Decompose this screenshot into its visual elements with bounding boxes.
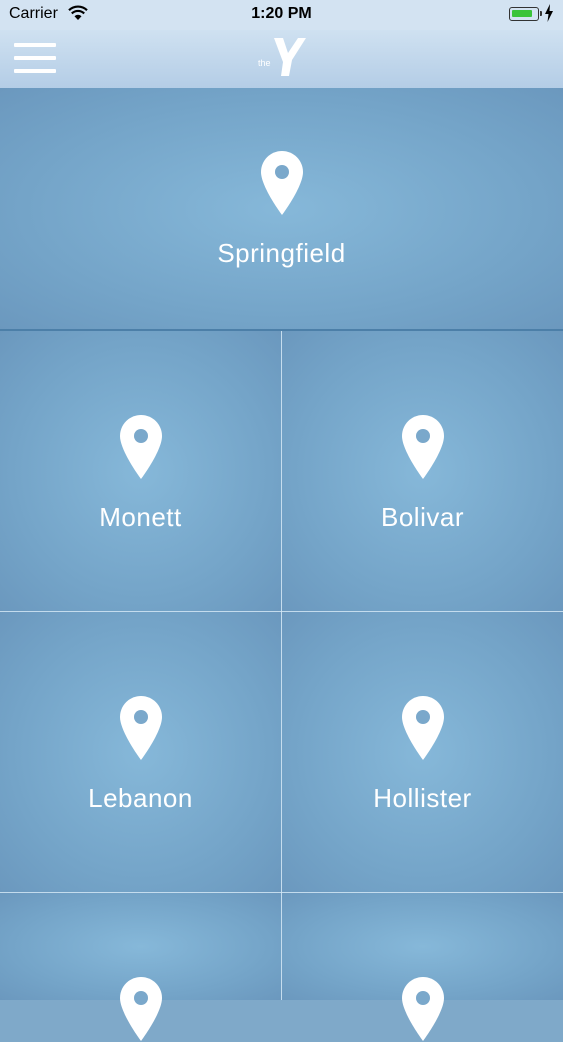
- logo-text: the: [258, 58, 271, 68]
- hamburger-menu-icon[interactable]: [14, 43, 56, 73]
- location-tile-bolivar[interactable]: Bolivar: [282, 331, 563, 612]
- location-tile-lebanon[interactable]: Lebanon: [0, 612, 281, 893]
- location-tile-springfield[interactable]: Springfield: [0, 88, 563, 330]
- ymca-logo: the: [258, 38, 306, 76]
- nav-bar: the: [0, 30, 563, 89]
- location-tile-monett[interactable]: Monett: [0, 331, 281, 612]
- location-label: Springfield: [217, 238, 346, 268]
- location-pin-icon: [120, 415, 162, 479]
- location-label: Hollister: [373, 783, 472, 813]
- divider: [281, 331, 282, 1000]
- location-tile-hollister[interactable]: Hollister: [282, 612, 563, 893]
- location-label: Monett: [99, 502, 182, 532]
- location-pin-icon: [261, 151, 303, 215]
- battery-icon: [509, 7, 542, 21]
- divider: [0, 892, 563, 893]
- location-pin-icon: [120, 696, 162, 760]
- location-pin-icon: [402, 977, 444, 1041]
- status-time: 1:20 PM: [251, 5, 312, 22]
- location-grid: Springfield Monett Bolivar Lebanon Holli…: [0, 88, 563, 1041]
- location-label: Bolivar: [381, 502, 464, 532]
- location-pin-icon: [120, 977, 162, 1041]
- divider: [0, 611, 563, 612]
- location-pin-icon: [402, 415, 444, 479]
- location-tile-partial-left[interactable]: [0, 893, 281, 1041]
- location-pin-icon: [402, 696, 444, 760]
- location-tile-partial-right[interactable]: [282, 893, 563, 1041]
- status-bar: Carrier 1:20 PM: [0, 0, 563, 30]
- location-label: Lebanon: [88, 783, 193, 813]
- bolt-icon: [545, 4, 553, 22]
